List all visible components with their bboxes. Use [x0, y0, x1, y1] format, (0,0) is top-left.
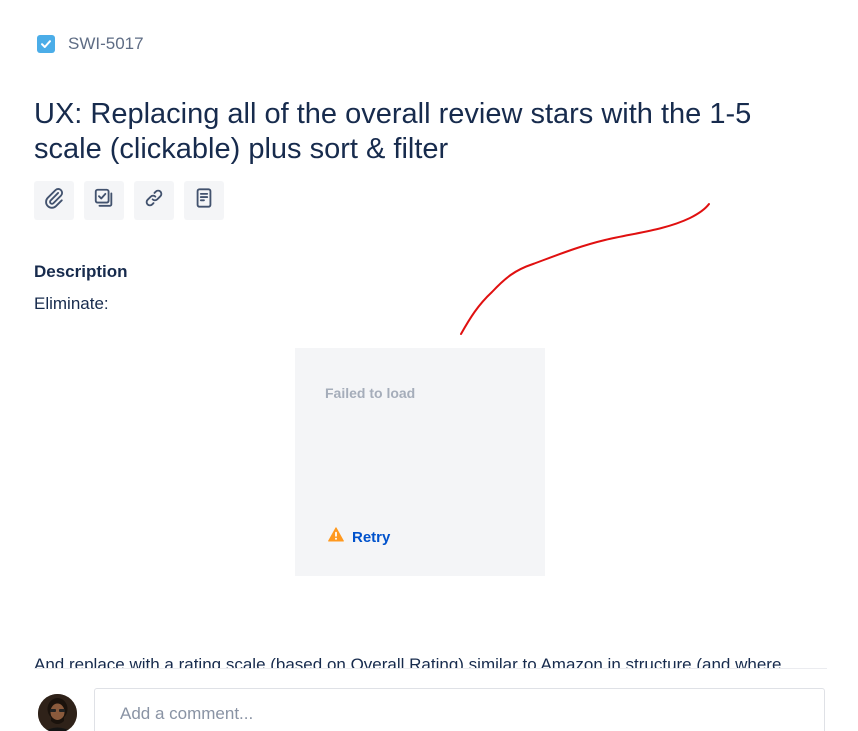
- attachment-icon: [43, 187, 65, 214]
- warning-icon: [328, 527, 344, 547]
- issue-key-link[interactable]: SWI-5017: [68, 34, 144, 54]
- link-page-button[interactable]: [184, 181, 224, 220]
- description-text[interactable]: Eliminate:: [34, 294, 109, 314]
- page-icon: [193, 187, 215, 214]
- description-heading: Description: [34, 262, 128, 281]
- issue-view: SWI-5017 UX: Replacing all of the overal…: [0, 0, 858, 731]
- media-placeholder: Failed to load Retry: [295, 348, 545, 576]
- create-subtask-button[interactable]: [84, 181, 124, 220]
- user-avatar[interactable]: [38, 694, 77, 731]
- retry-button[interactable]: Retry: [328, 527, 390, 547]
- child-issue-icon: [93, 187, 115, 214]
- comment-input[interactable]: [120, 704, 720, 724]
- media-error-text: Failed to load: [325, 385, 416, 401]
- issue-key-row: SWI-5017: [37, 34, 144, 54]
- issue-toolbar: [34, 181, 224, 220]
- retry-label: Retry: [352, 528, 391, 546]
- comment-box[interactable]: [94, 688, 825, 731]
- checkbox-icon: [37, 35, 55, 53]
- link-issue-button[interactable]: [134, 181, 174, 220]
- divider: [34, 668, 827, 669]
- description-continued-text[interactable]: And replace with a rating scale (based o…: [34, 655, 827, 669]
- link-icon: [143, 187, 165, 214]
- attach-button[interactable]: [34, 181, 74, 220]
- issue-title[interactable]: UX: Replacing all of the overall review …: [34, 97, 794, 167]
